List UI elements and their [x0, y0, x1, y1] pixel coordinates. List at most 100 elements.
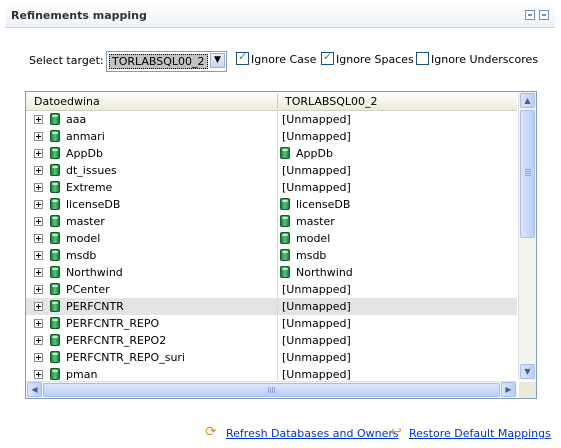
mapping-value[interactable]: msdb	[296, 249, 326, 262]
ignore-underscores-checkbox[interactable]	[416, 52, 429, 65]
table-row[interactable]: msdb msdb	[26, 247, 517, 264]
cell-divider	[277, 298, 278, 315]
mapping-value[interactable]: [Unmapped]	[282, 300, 351, 313]
refinements-panel: Refinements mapping Select target: TORLA…	[5, 3, 555, 443]
cell-divider	[277, 230, 278, 247]
database-name: PCenter	[66, 283, 110, 296]
refresh-icon[interactable]: ⟳	[205, 424, 217, 440]
table-body: aaa [Unmapped] anmari [Unmapped] AppDb AppDb d…	[26, 111, 517, 383]
horizontal-scroll-thumb[interactable]	[43, 383, 500, 397]
expand-plus-icon[interactable]	[34, 234, 43, 243]
vertical-scrollbar[interactable]: ▲ ▼	[518, 92, 536, 380]
vertical-scroll-thumb[interactable]	[520, 110, 535, 238]
expand-plus-icon[interactable]	[34, 319, 43, 328]
cell-divider	[277, 111, 278, 128]
mapping-value[interactable]: [Unmapped]	[282, 334, 351, 347]
database-icon	[50, 130, 60, 142]
expand-plus-icon[interactable]	[34, 132, 43, 141]
database-name: pman	[66, 368, 98, 381]
table-row[interactable]: PCenter [Unmapped]	[26, 281, 517, 298]
database-name: master	[66, 215, 105, 228]
table-row[interactable]: PERFCNTR_REPO [Unmapped]	[26, 315, 517, 332]
expand-plus-icon[interactable]	[34, 183, 43, 192]
restore-view-icon[interactable]	[525, 10, 535, 20]
cell-divider	[277, 247, 278, 264]
ignore-case-checkbox[interactable]	[236, 50, 249, 65]
table-row[interactable]: PERFCNTR_REPO_suri [Unmapped]	[26, 349, 517, 366]
ignore-underscores-label: Ignore Underscores	[431, 53, 539, 66]
table-row[interactable]: model model	[26, 230, 517, 247]
mapping-value[interactable]: [Unmapped]	[282, 164, 351, 177]
cell-divider	[277, 332, 278, 349]
scroll-up-icon[interactable]: ▲	[520, 93, 535, 108]
restore-arrow-icon[interactable]: ↩	[390, 424, 402, 440]
column-header-target[interactable]: TORLABSQL00_2	[285, 95, 378, 108]
mapping-value[interactable]: [Unmapped]	[282, 351, 351, 364]
table-row[interactable]: PERFCNTR_REPO2 [Unmapped]	[26, 332, 517, 349]
table-row[interactable]: aaa [Unmapped]	[26, 111, 517, 128]
column-header-source[interactable]: Datoedwina	[34, 95, 100, 108]
scroll-down-icon[interactable]: ▼	[520, 364, 535, 379]
expand-plus-icon[interactable]	[34, 268, 43, 277]
chevron-down-icon[interactable]: ▼	[210, 53, 225, 68]
table-header: Datoedwina TORLABSQL00_2	[26, 92, 517, 111]
database-name: AppDb	[66, 147, 103, 160]
mapping-value[interactable]: AppDb	[296, 147, 333, 160]
database-icon	[50, 147, 60, 159]
database-icon	[280, 266, 290, 278]
mapping-value[interactable]: [Unmapped]	[282, 317, 351, 330]
mapping-value[interactable]: model	[296, 232, 330, 245]
database-name: anmari	[66, 130, 105, 143]
table-row[interactable]: PERFCNTR [Unmapped]	[26, 298, 517, 315]
maximize-view-icon[interactable]	[539, 10, 549, 20]
database-name: dt_issues	[66, 164, 117, 177]
mapping-value[interactable]: [Unmapped]	[282, 368, 351, 381]
expand-plus-icon[interactable]	[34, 200, 43, 209]
expand-plus-icon[interactable]	[34, 336, 43, 345]
database-icon	[50, 181, 60, 193]
table-row[interactable]: AppDb AppDb	[26, 145, 517, 162]
expand-plus-icon[interactable]	[34, 115, 43, 124]
database-name: Extreme	[66, 181, 113, 194]
database-icon	[50, 215, 60, 227]
ignore-spaces-checkbox[interactable]	[321, 50, 334, 65]
scroll-corner	[519, 382, 536, 398]
table-row[interactable]: licenseDB licenseDB	[26, 196, 517, 213]
expand-plus-icon[interactable]	[34, 251, 43, 260]
scroll-right-icon[interactable]: ▶	[501, 382, 516, 397]
expand-plus-icon[interactable]	[34, 166, 43, 175]
table-row[interactable]: Northwind Northwind	[26, 264, 517, 281]
database-name: aaa	[66, 113, 87, 126]
expand-plus-icon[interactable]	[34, 370, 43, 379]
database-icon	[50, 232, 60, 244]
scroll-left-icon[interactable]: ◀	[27, 382, 42, 397]
table-row[interactable]: dt_issues [Unmapped]	[26, 162, 517, 179]
mapping-value[interactable]: [Unmapped]	[282, 130, 351, 143]
expand-plus-icon[interactable]	[34, 217, 43, 226]
select-target-label: Select target:	[29, 54, 104, 67]
cell-divider	[277, 162, 278, 179]
column-divider[interactable]	[277, 94, 278, 108]
expand-plus-icon[interactable]	[34, 285, 43, 294]
mapping-value[interactable]: Northwind	[296, 266, 353, 279]
mapping-value[interactable]: [Unmapped]	[282, 283, 351, 296]
mapping-table: Datoedwina TORLABSQL00_2 aaa [Unmapped] an…	[25, 91, 537, 399]
mapping-value[interactable]: [Unmapped]	[282, 181, 351, 194]
restore-default-mappings-link[interactable]: Restore Default Mappings	[409, 427, 551, 440]
mapping-value[interactable]: master	[296, 215, 335, 228]
refresh-databases-link[interactable]: Refresh Databases and Owners	[226, 427, 399, 440]
table-row[interactable]: Extreme [Unmapped]	[26, 179, 517, 196]
expand-plus-icon[interactable]	[34, 353, 43, 362]
table-row[interactable]: master master	[26, 213, 517, 230]
database-icon	[50, 317, 60, 329]
horizontal-scrollbar[interactable]: ◀ ▶	[26, 381, 517, 398]
cell-divider	[277, 145, 278, 162]
expand-plus-icon[interactable]	[34, 302, 43, 311]
database-icon	[50, 249, 60, 261]
expand-plus-icon[interactable]	[34, 149, 43, 158]
target-select[interactable]: TORLABSQL00_2 ▼	[106, 51, 227, 72]
mapping-value[interactable]: [Unmapped]	[282, 113, 351, 126]
target-select-value: TORLABSQL00_2	[109, 54, 208, 69]
table-row[interactable]: anmari [Unmapped]	[26, 128, 517, 145]
mapping-value[interactable]: licenseDB	[296, 198, 350, 211]
